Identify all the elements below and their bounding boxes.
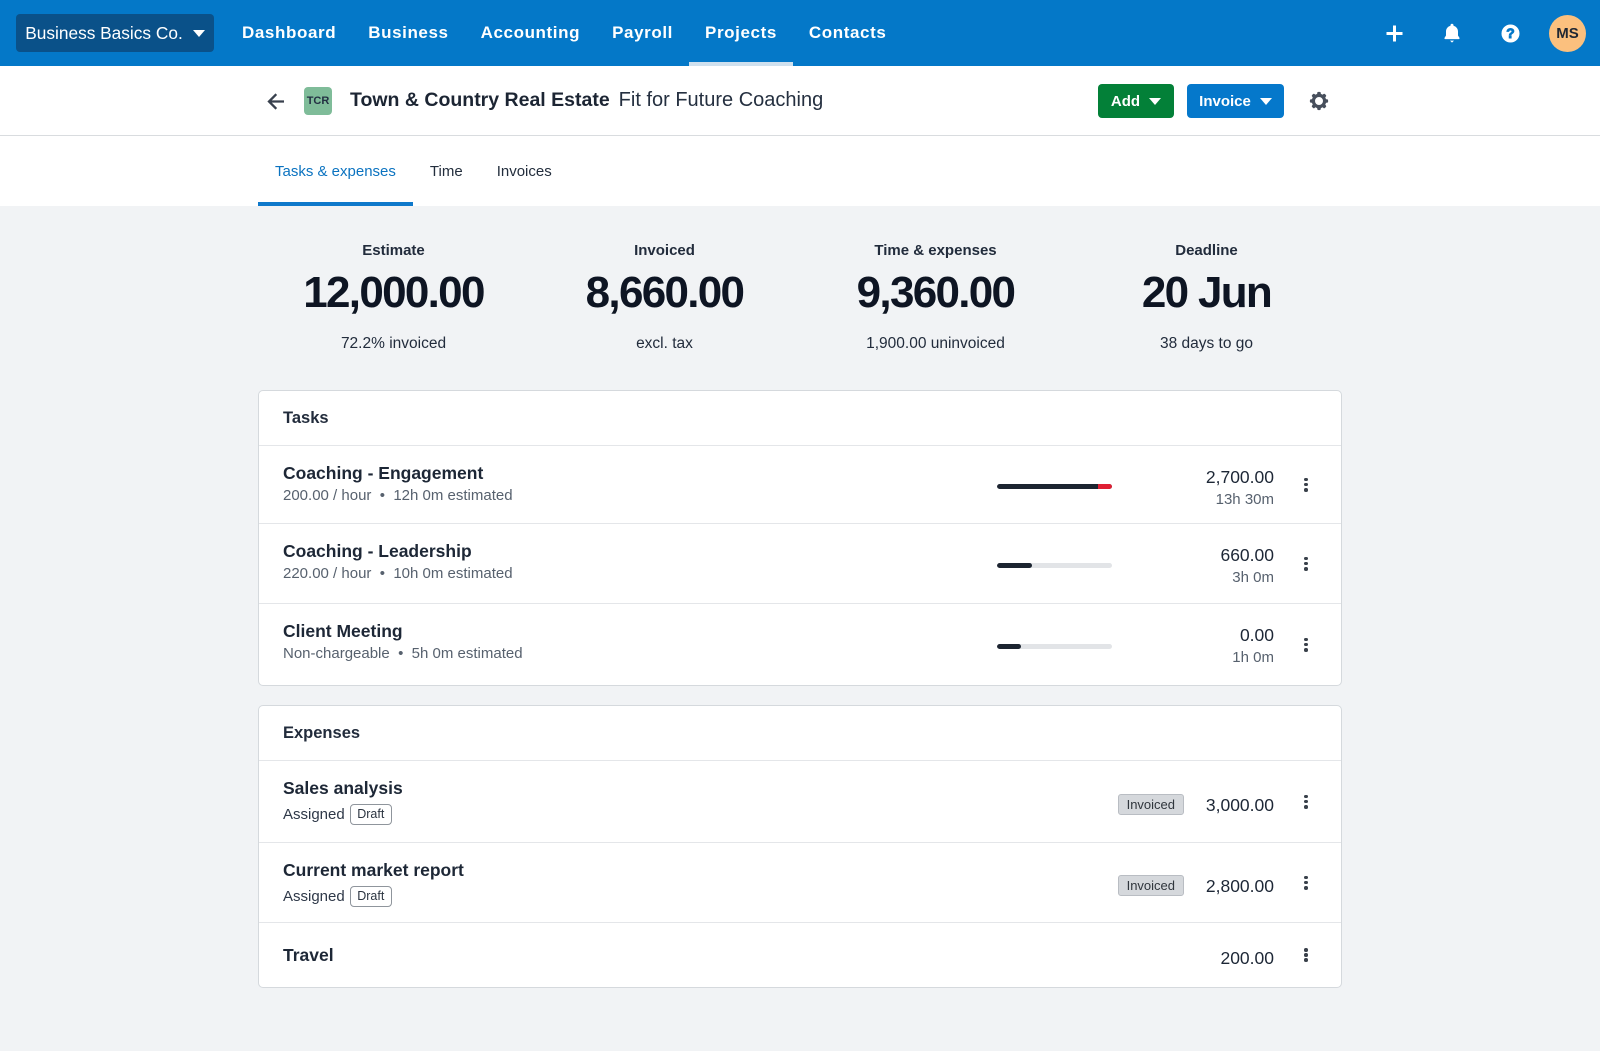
svg-text:?: ?: [1506, 26, 1514, 41]
